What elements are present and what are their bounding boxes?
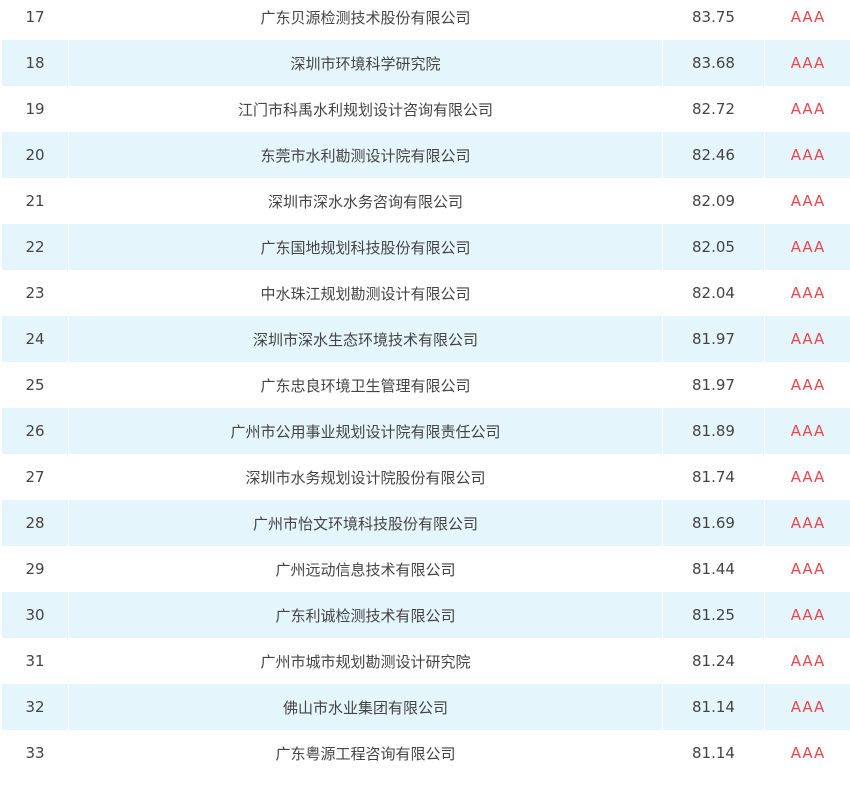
grade-cell: AAA — [764, 408, 850, 454]
grade-cell: AAA — [764, 684, 850, 730]
rank-cell: 21 — [2, 178, 69, 224]
company-name-cell: 深圳市深水水务咨询有限公司 — [68, 178, 663, 224]
table-row: 19 江门市科禹水利规划设计咨询有限公司 82.72 AAA — [2, 86, 850, 132]
score-cell: 81.97 — [662, 316, 765, 362]
table-row: 23 中水珠江规划勘测设计有限公司 82.04 AAA — [2, 270, 850, 316]
company-name-cell: 佛山市水业集团有限公司 — [68, 684, 663, 730]
table-row: 22 广东国地规划科技股份有限公司 82.05 AAA — [2, 224, 850, 270]
grade-cell: AAA — [764, 40, 850, 86]
rank-cell: 17 — [2, 0, 69, 40]
grade-cell: AAA — [764, 270, 850, 316]
rank-cell: 29 — [2, 546, 69, 592]
company-name-cell: 东莞市水利勘测设计院有限公司 — [68, 132, 663, 178]
grade-cell: AAA — [764, 132, 850, 178]
grade-cell: AAA — [764, 454, 850, 500]
grade-cell: AAA — [764, 86, 850, 132]
table-row: 29 广州远动信息技术有限公司 81.44 AAA — [2, 546, 850, 592]
rank-cell: 20 — [2, 132, 69, 178]
table-row: 31 广州市城市规划勘测设计研究院 81.24 AAA — [2, 638, 850, 684]
score-cell: 82.09 — [662, 178, 765, 224]
table-row: 32 佛山市水业集团有限公司 81.14 AAA — [2, 684, 850, 730]
company-name-cell: 江门市科禹水利规划设计咨询有限公司 — [68, 86, 663, 132]
rank-cell: 23 — [2, 270, 69, 316]
score-cell: 83.75 — [662, 0, 765, 40]
table-row: 28 广州市怡文环境科技股份有限公司 81.69 AAA — [2, 500, 850, 546]
grade-cell: AAA — [764, 592, 850, 638]
table-row: 17 广东贝源检测技术股份有限公司 83.75 AAA — [2, 0, 850, 40]
score-cell: 82.05 — [662, 224, 765, 270]
score-cell: 81.89 — [662, 408, 765, 454]
table-row: 18 深圳市环境科学研究院 83.68 AAA — [2, 40, 850, 86]
company-name-cell: 广东国地规划科技股份有限公司 — [68, 224, 663, 270]
company-name-cell: 广州市城市规划勘测设计研究院 — [68, 638, 663, 684]
company-name-cell: 深圳市深水生态环境技术有限公司 — [68, 316, 663, 362]
score-cell: 81.44 — [662, 546, 765, 592]
rank-cell: 33 — [2, 730, 69, 776]
score-cell: 82.72 — [662, 86, 765, 132]
rank-cell: 28 — [2, 500, 69, 546]
company-name-cell: 深圳市环境科学研究院 — [68, 40, 663, 86]
table-row: 27 深圳市水务规划设计院股份有限公司 81.74 AAA — [2, 454, 850, 500]
grade-cell: AAA — [764, 638, 850, 684]
table-row: 20 东莞市水利勘测设计院有限公司 82.46 AAA — [2, 132, 850, 178]
ranking-table-body: 17 广东贝源检测技术股份有限公司 83.75 AAA 18 深圳市环境科学研究院 83.6… — [2, 0, 850, 776]
rank-cell: 31 — [2, 638, 69, 684]
company-name-cell: 中水珠江规划勘测设计有限公司 — [68, 270, 663, 316]
rank-cell: 19 — [2, 86, 69, 132]
score-cell: 82.04 — [662, 270, 765, 316]
rank-cell: 27 — [2, 454, 69, 500]
grade-cell: AAA — [764, 362, 850, 408]
grade-cell: AAA — [764, 224, 850, 270]
grade-cell: AAA — [764, 0, 850, 40]
grade-cell: AAA — [764, 730, 850, 776]
grade-cell: AAA — [764, 500, 850, 546]
score-cell: 83.68 — [662, 40, 765, 86]
table-row: 24 深圳市深水生态环境技术有限公司 81.97 AAA — [2, 316, 850, 362]
table-row: 21 深圳市深水水务咨询有限公司 82.09 AAA — [2, 178, 850, 224]
rank-cell: 30 — [2, 592, 69, 638]
score-cell: 81.69 — [662, 500, 765, 546]
rank-cell: 18 — [2, 40, 69, 86]
grade-cell: AAA — [764, 178, 850, 224]
grade-cell: AAA — [764, 546, 850, 592]
rank-cell: 32 — [2, 684, 69, 730]
company-name-cell: 深圳市水务规划设计院股份有限公司 — [68, 454, 663, 500]
rank-cell: 25 — [2, 362, 69, 408]
table-row: 25 广东忠良环境卫生管理有限公司 81.97 AAA — [2, 362, 850, 408]
score-cell: 81.14 — [662, 684, 765, 730]
score-cell: 81.25 — [662, 592, 765, 638]
rank-cell: 22 — [2, 224, 69, 270]
rank-cell: 24 — [2, 316, 69, 362]
ranking-table: 17 广东贝源检测技术股份有限公司 83.75 AAA 18 深圳市环境科学研究院 83.6… — [2, 0, 850, 776]
company-name-cell: 广东忠良环境卫生管理有限公司 — [68, 362, 663, 408]
table-row: 30 广东利诚检测技术有限公司 81.25 AAA — [2, 592, 850, 638]
score-cell: 81.74 — [662, 454, 765, 500]
grade-cell: AAA — [764, 316, 850, 362]
score-cell: 81.24 — [662, 638, 765, 684]
company-name-cell: 广州市怡文环境科技股份有限公司 — [68, 500, 663, 546]
company-name-cell: 广东利诚检测技术有限公司 — [68, 592, 663, 638]
table-row: 33 广东粤源工程咨询有限公司 81.14 AAA — [2, 730, 850, 776]
score-cell: 81.97 — [662, 362, 765, 408]
score-cell: 82.46 — [662, 132, 765, 178]
company-name-cell: 广州市公用事业规划设计院有限责任公司 — [68, 408, 663, 454]
company-name-cell: 广东粤源工程咨询有限公司 — [68, 730, 663, 776]
score-cell: 81.14 — [662, 730, 765, 776]
table-row: 26 广州市公用事业规划设计院有限责任公司 81.89 AAA — [2, 408, 850, 454]
company-name-cell: 广州远动信息技术有限公司 — [68, 546, 663, 592]
company-name-cell: 广东贝源检测技术股份有限公司 — [68, 0, 663, 40]
rank-cell: 26 — [2, 408, 69, 454]
